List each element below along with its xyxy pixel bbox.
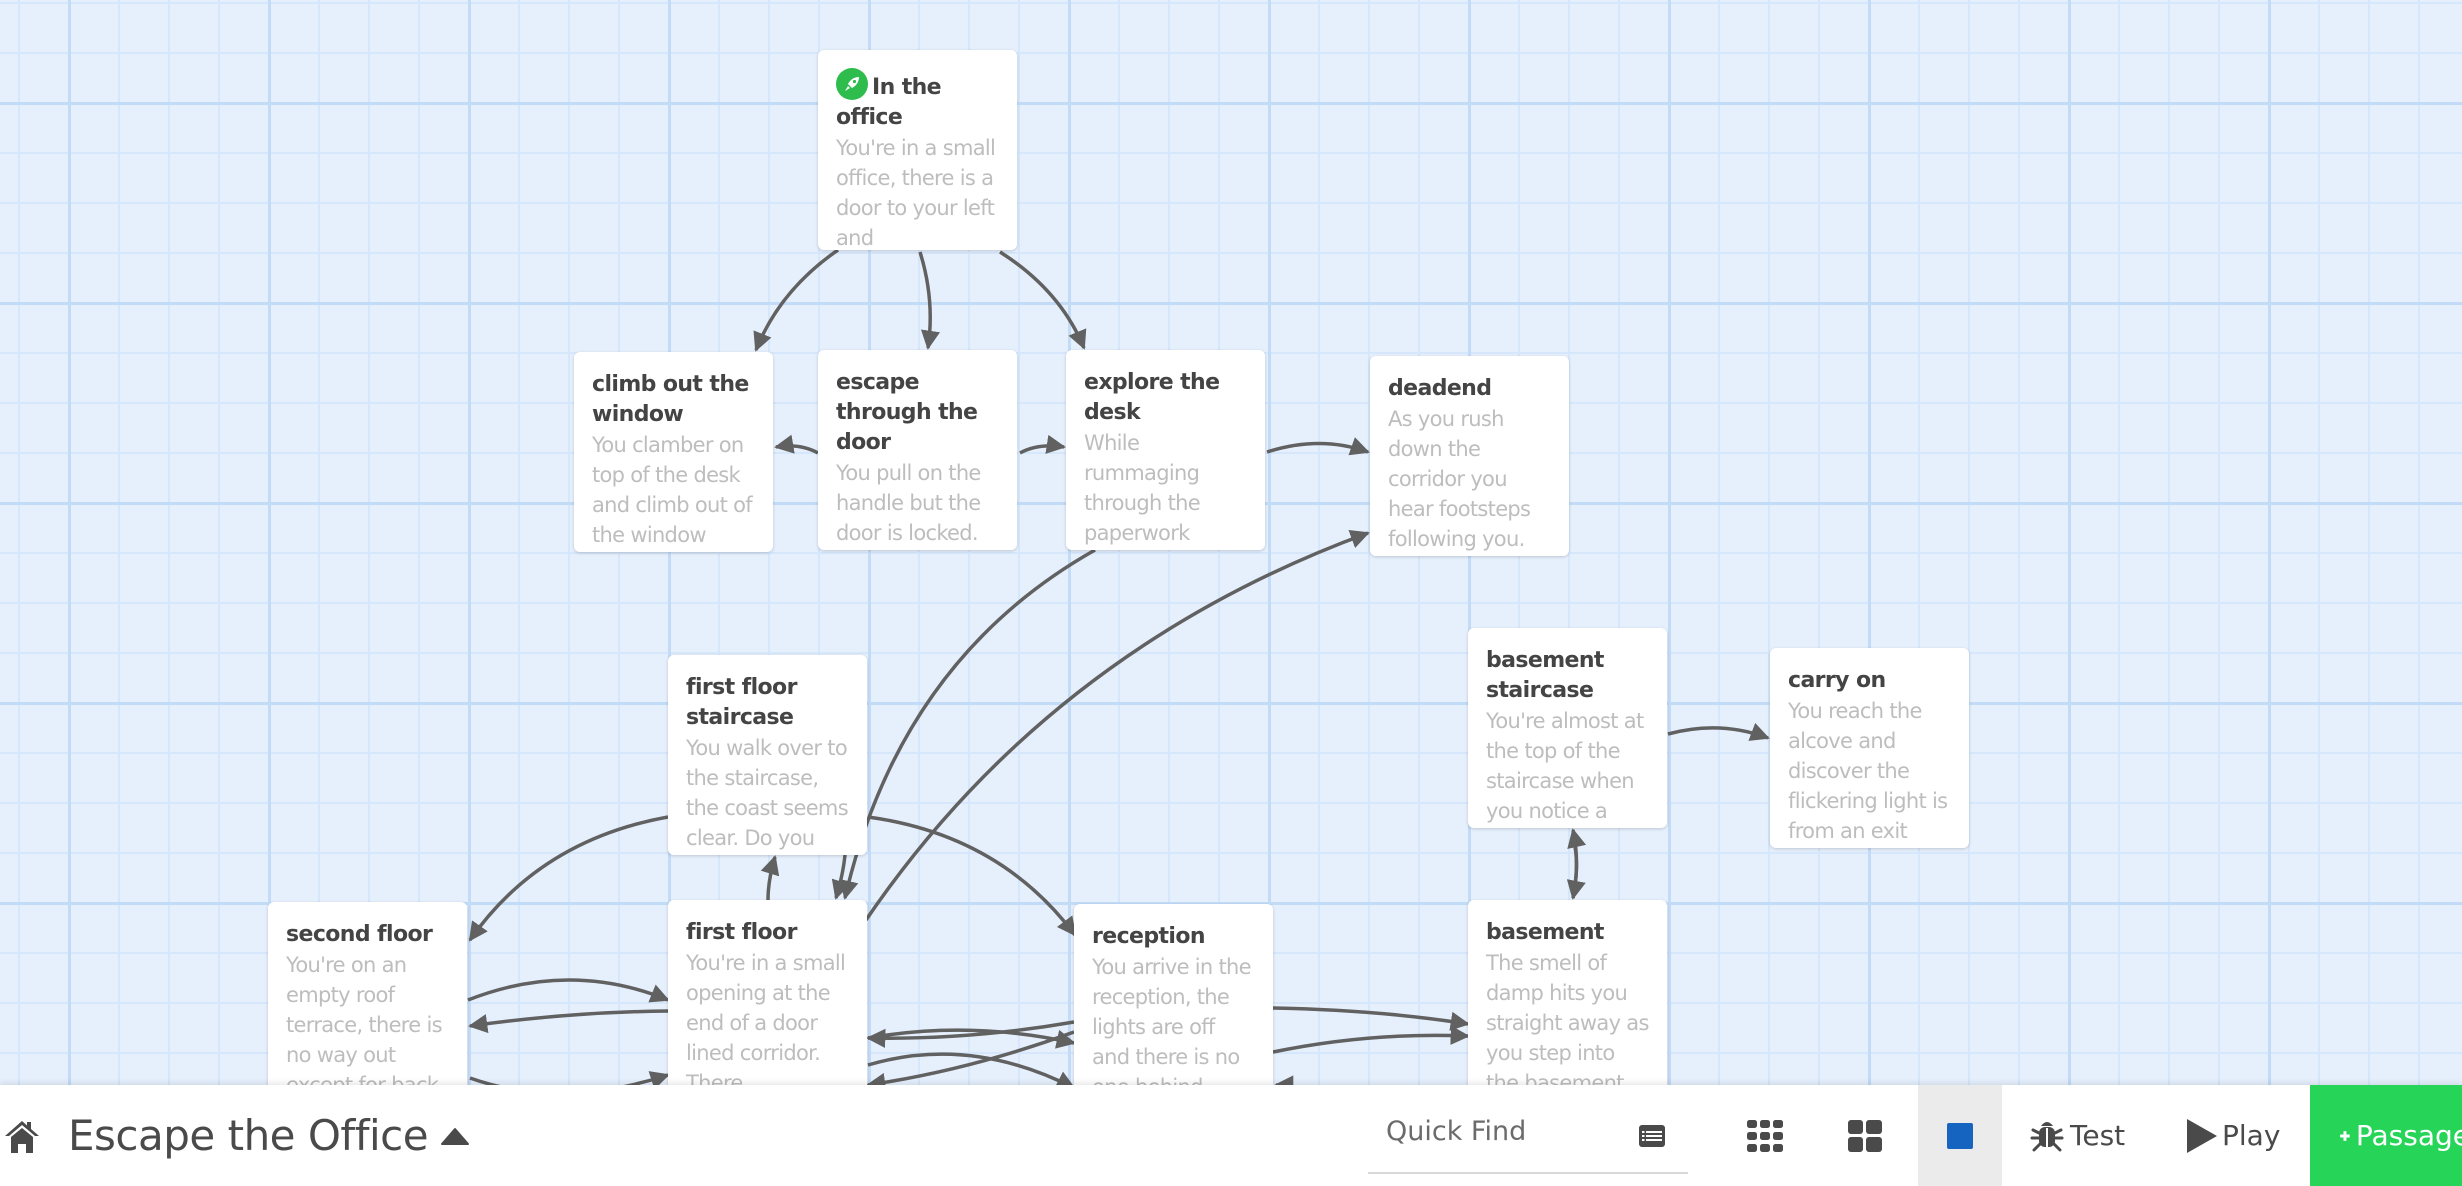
passage-excerpt: As you rush down the corridor you hear f… — [1388, 407, 1531, 551]
passage-card-carry-on[interactable]: carry on You reach the alcove and discov… — [1770, 648, 1969, 848]
passage-card-in-the-office[interactable]: In the office You're in a small office, … — [818, 50, 1017, 250]
passage-title: escape through the door — [836, 370, 978, 455]
story-toolbar: Escape the Office Quick Find Test Play P… — [0, 1085, 2462, 1186]
plus-icon — [2340, 1130, 2350, 1141]
passage-title: climb out the window — [592, 372, 749, 427]
passage-title: first floor staircase — [686, 675, 797, 730]
rocket-icon — [836, 68, 868, 100]
add-passage-label: Passage — [2355, 1119, 2462, 1152]
passage-card-second-floor[interactable]: second floor You're on an empty roof ter… — [268, 902, 467, 1102]
passage-excerpt: You're in a small opening at the end of … — [686, 951, 846, 1095]
passage-excerpt: You reach the alcove and discover the fl… — [1788, 699, 1948, 843]
play-story-button[interactable]: Play — [2186, 1085, 2280, 1186]
passage-excerpt: You arrive in the reception, the lights … — [1092, 955, 1252, 1099]
passage-excerpt: You're in a small office, there is a doo… — [836, 136, 996, 250]
play-icon — [2187, 1118, 2217, 1153]
library-home-button[interactable] — [0, 1085, 44, 1186]
passage-excerpt: You walk over to the staircase, the coas… — [686, 736, 849, 850]
passage-list-button[interactable] — [1632, 1085, 1672, 1186]
passage-excerpt: While rummaging through the paperwork — [1084, 431, 1201, 545]
passage-title: second floor — [286, 922, 433, 947]
passage-card-reception[interactable]: reception You arrive in the reception, t… — [1074, 904, 1273, 1104]
passage-excerpt: The smell of damp hits you straight away… — [1486, 951, 1649, 1095]
quick-find-underline — [1368, 1172, 1688, 1174]
add-passage-button[interactable]: Passage — [2310, 1085, 2462, 1186]
zoom-smallest-button[interactable] — [1740, 1085, 1790, 1186]
grid-large-icon — [1848, 1119, 1882, 1152]
passage-title: carry on — [1788, 668, 1886, 693]
passage-title: explore the desk — [1084, 370, 1220, 425]
passage-card-basement[interactable]: basement The smell of damp hits you stra… — [1468, 900, 1667, 1100]
passage-title: first floor — [686, 920, 797, 945]
passage-card-first-floor-staircase[interactable]: first floor staircase You walk over to t… — [668, 655, 867, 855]
bug-icon — [2030, 1121, 2064, 1151]
passage-title: In the office — [836, 68, 1000, 133]
passage-excerpt: You clamber on top of the desk and climb… — [592, 433, 753, 547]
passage-card-climb-out-the-window[interactable]: climb out the window You clamber on top … — [574, 352, 773, 552]
home-icon — [5, 1120, 39, 1153]
passage-excerpt: You pull on the handle but the door is l… — [836, 461, 981, 545]
story-title-text: Escape the Office — [68, 1111, 429, 1160]
zoom-largest-button[interactable] — [1918, 1085, 2002, 1186]
test-story-button[interactable]: Test — [2030, 1085, 2125, 1186]
zoom-medium-button[interactable] — [1840, 1085, 1890, 1186]
passage-card-basement-staircase[interactable]: basement staircase You're almost at the … — [1468, 628, 1667, 828]
passage-title: basement staircase — [1486, 648, 1604, 703]
passage-title: deadend — [1388, 376, 1492, 401]
test-label: Test — [2070, 1119, 2126, 1152]
passage-card-first-floor[interactable]: first floor You're in a small opening at… — [668, 900, 867, 1100]
passage-excerpt: You're almost at the top of the staircas… — [1486, 709, 1644, 823]
passage-excerpt: You're on an empty roof terrace, there i… — [286, 953, 443, 1097]
quick-find-input[interactable] — [1386, 1111, 1606, 1151]
grid-small-icon — [1747, 1119, 1783, 1152]
play-label: Play — [2222, 1119, 2281, 1152]
passage-card-explore-the-desk[interactable]: explore the desk While rummaging through… — [1066, 350, 1265, 550]
passage-card-deadend[interactable]: deadend As you rush down the corridor yo… — [1370, 356, 1569, 556]
passage-title: basement — [1486, 920, 1604, 945]
caret-up-icon — [441, 1127, 470, 1145]
passage-list-icon — [1639, 1124, 1665, 1147]
story-title-menu[interactable]: Escape the Office — [68, 1085, 470, 1186]
square-icon — [1947, 1122, 1973, 1149]
passage-title: reception — [1092, 924, 1206, 949]
passage-card-escape-through-the-door[interactable]: escape through the door You pull on the … — [818, 350, 1017, 550]
